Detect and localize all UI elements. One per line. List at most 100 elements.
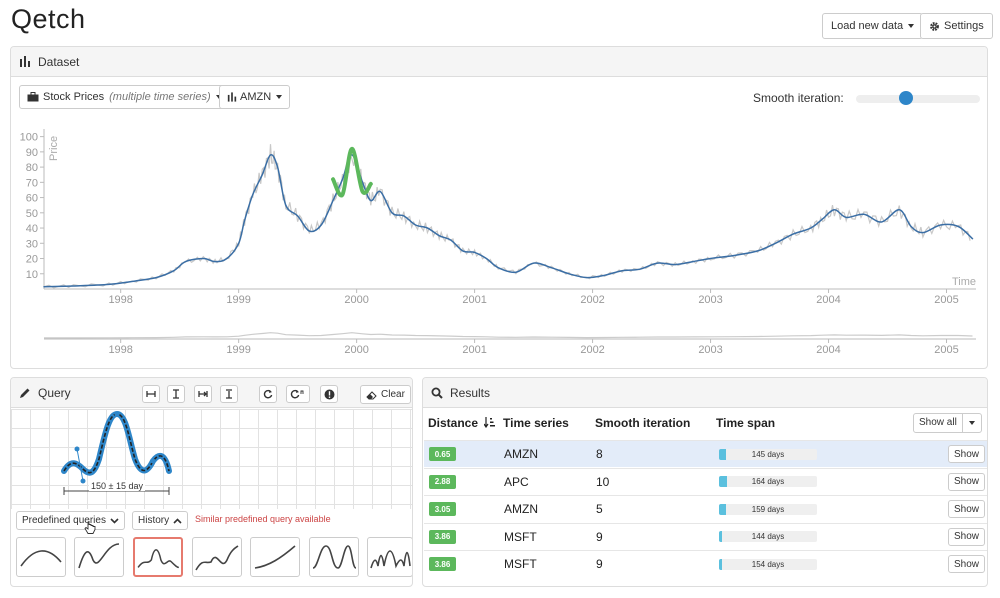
stretch-horizontal-button[interactable] <box>142 385 160 403</box>
show-all-dropdown[interactable]: Show all <box>913 413 982 433</box>
briefcase-icon <box>27 92 39 102</box>
hand-pointer-icon <box>84 521 96 534</box>
distance-column-label: Distance <box>428 416 479 430</box>
predefined-query-thumb[interactable] <box>74 537 124 577</box>
control-point-handle[interactable] <box>150 458 156 464</box>
overview-tick-label: 2002 <box>580 344 604 355</box>
time-span-label: 144 days <box>751 532 785 541</box>
time-span-column-header: Time span <box>716 416 776 430</box>
pencil-icon <box>20 388 30 398</box>
overview-series-line <box>44 332 973 339</box>
predefined-query-thumb[interactable] <box>367 537 412 577</box>
smooth-iteration-cell: 10 <box>596 474 610 489</box>
dataset-source-dropdown[interactable]: Stock Prices (multiple time series) <box>19 85 230 109</box>
overview-tick-label: 2001 <box>462 344 486 355</box>
overview-timeline[interactable]: 1998 1999 2000 2001 2002 2003 2004 2005 <box>11 319 987 355</box>
y-tick-label: 20 <box>26 254 38 266</box>
gear-icon <box>930 21 939 31</box>
overview-tick-label: 1999 <box>226 344 250 355</box>
predefined-query-thumb-selected[interactable] <box>133 537 183 577</box>
time-series-cell: AMZN <box>504 447 538 461</box>
span-label: 150 ± 15 day <box>91 481 143 491</box>
time-series-cell: MSFT <box>504 557 537 571</box>
distance-column-header[interactable]: Distance <box>428 416 496 430</box>
smooth-iteration-column-header: Smooth iteration <box>595 416 691 430</box>
series-label: AMZN <box>240 91 272 103</box>
time-series-cell: MSFT <box>504 529 537 544</box>
clear-label: Clear <box>381 389 405 400</box>
bar-chart-icon <box>20 56 30 67</box>
refresh-icon <box>263 389 273 399</box>
overview-tick-label: 2003 <box>698 344 722 355</box>
y-tick-label: 40 <box>26 223 38 235</box>
smoothed-series-line <box>43 153 974 288</box>
arrow-right-bar-icon <box>198 391 208 397</box>
predefined-query-thumb[interactable] <box>309 537 359 577</box>
results-panel: Results Distance Time series Smooth iter… <box>422 377 988 587</box>
smooth-slider-track[interactable] <box>856 95 980 103</box>
y-axis-label: Price <box>48 136 60 161</box>
smooth-iteration-cell: 9 <box>596 557 603 571</box>
predefined-query-thumb[interactable] <box>250 537 300 577</box>
chevron-down-icon <box>908 24 915 28</box>
y-tick-label: 70 <box>26 177 38 189</box>
price-chart[interactable]: 10 20 30 40 50 60 70 80 90 100 1998 1999 2000 2001 200… <box>11 123 987 303</box>
show-button[interactable]: Show <box>948 555 986 573</box>
sort-ascending-icon <box>483 417 496 429</box>
settings-button[interactable]: Settings <box>920 13 993 39</box>
time-span-label: 159 days <box>751 504 785 514</box>
extend-horizontal-button[interactable] <box>194 385 212 403</box>
predefined-query-thumb[interactable] <box>192 537 242 577</box>
predefined-query-thumb[interactable] <box>16 537 66 577</box>
show-button[interactable]: Show <box>948 472 986 491</box>
control-point-handle[interactable] <box>80 478 86 484</box>
raw-series-line <box>43 144 971 289</box>
result-row[interactable]: 0.65 AMZN 8 145 days Show <box>424 440 987 467</box>
bar-chart-icon <box>227 92 237 102</box>
results-header: Results <box>423 378 987 408</box>
overview-tick-label: 2004 <box>816 344 840 355</box>
control-point-handle[interactable] <box>114 411 120 417</box>
distance-badge: 3.86 <box>429 557 456 571</box>
time-span-bar: 164 days <box>719 476 817 487</box>
show-button[interactable]: Show <box>948 527 986 546</box>
show-all-toggle[interactable] <box>963 414 981 432</box>
control-point-handle[interactable] <box>74 446 80 452</box>
overview-tick-label: 1998 <box>108 344 132 355</box>
info-button[interactable] <box>320 385 338 403</box>
x-tick-label: 2005 <box>934 294 958 303</box>
predefined-queries-dropdown[interactable]: Predefined queries <box>16 511 125 530</box>
history-dropdown[interactable]: History <box>132 511 189 530</box>
x-tick-label: 2002 <box>580 294 604 303</box>
stretch-vertical-button[interactable] <box>167 385 185 403</box>
x-tick-label: 1999 <box>226 294 250 303</box>
distance-badge: 2.88 <box>429 474 456 489</box>
show-button[interactable]: Show <box>948 445 986 463</box>
series-dropdown[interactable]: AMZN <box>219 85 291 109</box>
result-row[interactable]: 3.86 MSFT 9 154 days Show <box>424 550 987 577</box>
query-panel: Query Clear 150 ± 15 day Predefined quer… <box>10 377 413 587</box>
chevron-down-icon <box>110 517 119 524</box>
query-sketch-canvas[interactable]: 150 ± 15 day <box>11 409 412 509</box>
load-data-button[interactable]: Load new data <box>822 13 924 39</box>
result-row[interactable]: 3.05 AMZN 5 159 days Show <box>424 495 987 522</box>
result-row[interactable]: 2.88 APC 10 164 days Show <box>424 467 987 495</box>
refresh-button[interactable] <box>259 385 277 403</box>
extend-vertical-button[interactable] <box>220 385 238 403</box>
smooth-slider-handle[interactable] <box>899 91 913 105</box>
dataset-source-label: Stock Prices <box>43 91 105 103</box>
x-tick-label: 2004 <box>816 294 840 303</box>
clear-button[interactable]: Clear <box>360 385 411 404</box>
show-button[interactable]: Show <box>948 500 986 518</box>
x-tick-label: 1998 <box>108 294 132 303</box>
overview-tick-label: 2000 <box>344 344 368 355</box>
time-series-cell: APC <box>504 474 529 489</box>
settings-label: Settings <box>944 20 984 32</box>
chevron-down-icon <box>276 95 283 99</box>
distance-badge: 3.86 <box>429 529 456 544</box>
result-row[interactable]: 3.86 MSFT 9 144 days Show <box>424 522 987 550</box>
refresh-n-button[interactable] <box>286 385 310 403</box>
x-axis-label: Time <box>952 276 976 288</box>
time-series-cell: AMZN <box>504 502 538 516</box>
time-span-bar: 145 days <box>719 448 817 460</box>
